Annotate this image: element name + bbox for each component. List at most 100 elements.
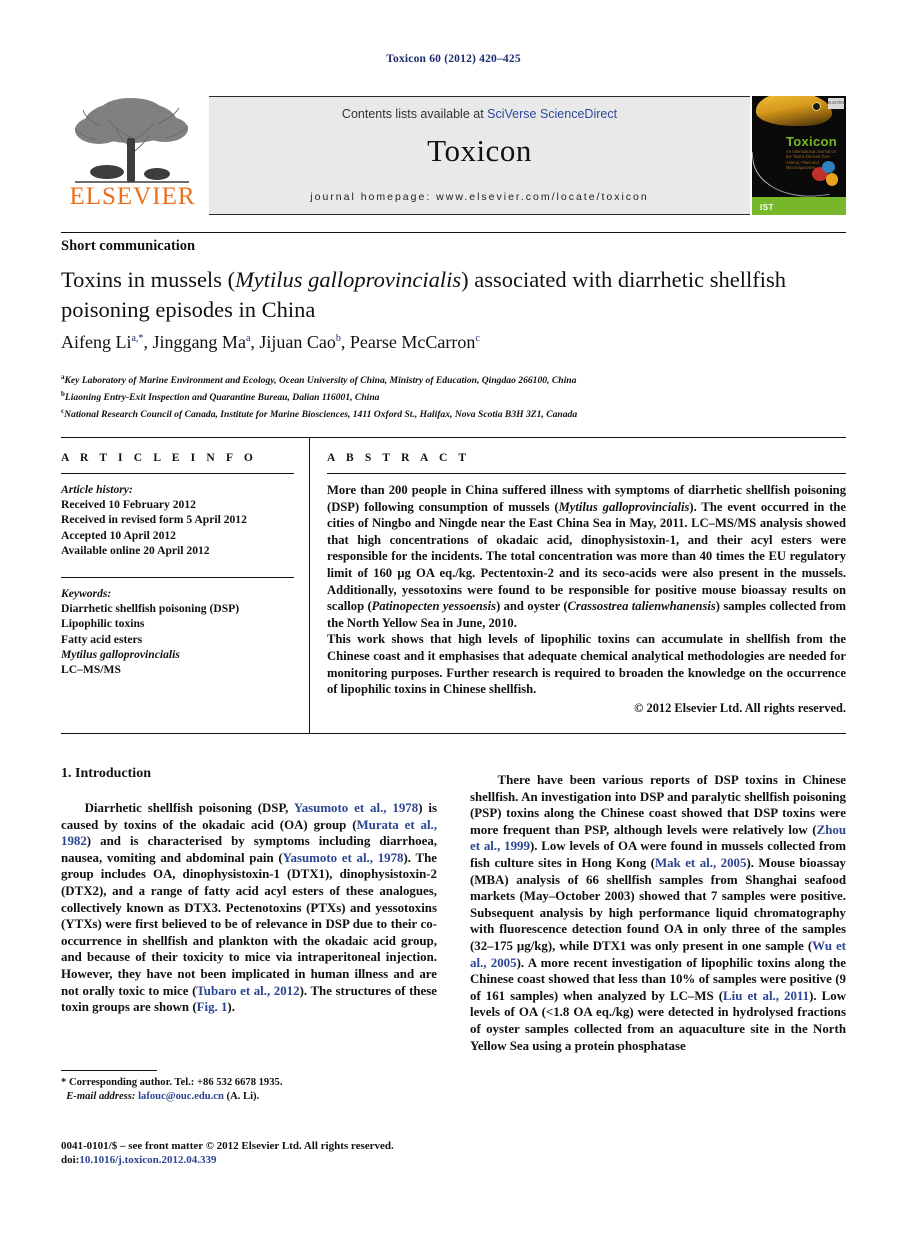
author-affiliation-mark: a,* bbox=[131, 333, 144, 344]
cover-journal-title: Toxicon bbox=[786, 134, 837, 149]
abstract-rule bbox=[327, 473, 846, 474]
abstract-text: More than 200 people in China suffered i… bbox=[327, 482, 846, 716]
title-part-1: Toxins in mussels ( bbox=[61, 267, 236, 292]
snake-eye-icon bbox=[812, 102, 821, 111]
doi-link[interactable]: 10.1016/j.toxicon.2012.04.339 bbox=[79, 1154, 216, 1166]
journal-title: Toxicon bbox=[427, 133, 532, 168]
email-note: E-mail address: lafouc@ouc.edu.cn (A. Li… bbox=[61, 1090, 441, 1104]
citation-link[interactable]: Tubaro et al., 2012 bbox=[196, 984, 299, 998]
running-head: Toxicon 60 (2012) 420–425 bbox=[386, 53, 521, 65]
keyword-item: Mytilus galloprovincialis bbox=[61, 647, 180, 661]
text-seg: ). bbox=[227, 1000, 235, 1015]
elsevier-logo: ELSEVIER bbox=[61, 96, 204, 215]
panel-vertical-divider bbox=[309, 437, 310, 733]
cover-molecule-icon bbox=[810, 161, 840, 189]
journal-cover-thumbnail: Toxicon An International Journal on the … bbox=[752, 96, 846, 215]
text-seg: ). The group includes OA, dinophysistoxi… bbox=[61, 850, 438, 998]
header-rule bbox=[61, 232, 846, 233]
abstract-species: Crassostrea talienwhanensis bbox=[567, 599, 716, 614]
author-name: Pearse McCarron bbox=[349, 332, 476, 352]
citation-link[interactable]: Yasumoto et al., 1978 bbox=[294, 801, 418, 815]
footnote-rule bbox=[61, 1070, 157, 1071]
keywords-rule bbox=[61, 577, 294, 579]
affiliation-item: aKey Laboratory of Marine Environment an… bbox=[61, 371, 851, 388]
doi-line: doi:10.1016/j.toxicon.2012.04.339 bbox=[61, 1153, 481, 1167]
page-title: Toxins in mussels (Mytilus galloprovinci… bbox=[61, 265, 851, 325]
author-name: Jijuan Cao bbox=[259, 332, 336, 352]
title-species-name: Mytilus galloprovincialis bbox=[235, 267, 462, 292]
author-affiliation-mark: c bbox=[475, 333, 480, 344]
body-column-left: Diarrhetic shellfish poisoning (DSP, Yas… bbox=[61, 800, 437, 1016]
history-item: Received 10 February 2012 bbox=[61, 498, 196, 512]
abstract-seg: ). The event occurred in the cities of N… bbox=[327, 499, 846, 614]
affiliation-text: Liaoning Entry-Exit Inspection and Quara… bbox=[64, 391, 380, 403]
masthead-band: Contents lists available at SciVerse Sci… bbox=[209, 96, 750, 215]
affiliation-text: National Research Council of Canada, Ins… bbox=[64, 408, 578, 420]
journal-masthead: ELSEVIER Contents lists available at Sci… bbox=[61, 96, 846, 215]
author-list: Aifeng Lia,*, Jinggang Maa, Jijuan Caob,… bbox=[61, 332, 480, 352]
abstract-seg: ) and oyster ( bbox=[496, 599, 568, 614]
affiliation-text: Key Laboratory of Marine Environment and… bbox=[64, 375, 577, 387]
figure-link[interactable]: Fig. 1 bbox=[197, 1000, 228, 1014]
abstract-paragraph-1: More than 200 people in China suffered i… bbox=[327, 482, 846, 631]
corresponding-author-note: * Corresponding author. Tel.: +86 532 66… bbox=[61, 1077, 283, 1088]
text-seg: There have been various reports of DSP t… bbox=[470, 773, 847, 837]
cover-publisher-mark: ELSEVIER bbox=[828, 98, 845, 109]
keyword-item: Fatty acid esters bbox=[61, 632, 143, 646]
footnote-block: * Corresponding author. Tel.: +86 532 66… bbox=[61, 1076, 441, 1104]
keyword-item: Diarrhetic shellfish poisoning (DSP) bbox=[61, 602, 240, 616]
citation-link[interactable]: Mak et al., 2005 bbox=[655, 856, 747, 870]
abstract-species: Mytilus galloprovincialis bbox=[558, 499, 690, 514]
cover-society-mark: IST bbox=[760, 203, 774, 212]
elsevier-wordmark: ELSEVIER bbox=[69, 183, 196, 210]
keyword-item: LC–MS/MS bbox=[61, 663, 121, 677]
contents-prefix: Contents lists available at bbox=[341, 107, 488, 121]
article-history-label: Article history: bbox=[61, 483, 133, 496]
text-seg: ). Mouse bioassay (MBA) analysis of 66 s… bbox=[470, 855, 846, 953]
email-suffix: (A. Li). bbox=[226, 1091, 260, 1102]
author-affiliation-mark: b bbox=[335, 333, 341, 344]
affiliation-item: bLiaoning Entry-Exit Inspection and Quar… bbox=[61, 388, 851, 405]
article-type-label: Short communication bbox=[61, 238, 196, 254]
keyword-item: Lipophilic toxins bbox=[61, 617, 145, 631]
issn-copyright-line: 0041-0101/$ – see front matter © 2012 El… bbox=[61, 1140, 394, 1152]
email-label: E-mail address: bbox=[66, 1091, 136, 1102]
text-seg: Diarrhetic shellfish poisoning (DSP, bbox=[84, 801, 294, 815]
abstract-section: A B S T R A C T More than 200 people in … bbox=[327, 452, 846, 716]
citation-link[interactable]: Liu et al., 2011 bbox=[723, 989, 809, 1003]
panel-top-rule bbox=[61, 437, 846, 438]
keywords-label: Keywords: bbox=[61, 587, 112, 601]
abstract-copyright: © 2012 Elsevier Ltd. All rights reserved… bbox=[634, 700, 846, 715]
abstract-heading: A B S T R A C T bbox=[327, 452, 471, 464]
article-info-section: A R T I C L E I N F O Article history: R… bbox=[61, 452, 294, 677]
body-column-right: There have been various reports of DSP t… bbox=[470, 772, 846, 1054]
intro-paragraph: Diarrhetic shellfish poisoning (DSP, Yas… bbox=[61, 800, 437, 1016]
keywords-block: Keywords: Diarrhetic shellfish poisoning… bbox=[61, 586, 294, 677]
affiliation-item: cNational Research Council of Canada, In… bbox=[61, 405, 851, 422]
history-item: Accepted 10 April 2012 bbox=[61, 528, 176, 542]
article-info-heading: A R T I C L E I N F O bbox=[61, 452, 257, 464]
imprint-block: 0041-0101/$ – see front matter © 2012 El… bbox=[61, 1139, 481, 1168]
author-name: Aifeng Li bbox=[61, 332, 132, 352]
sciencedirect-link[interactable]: SciVerse ScienceDirect bbox=[487, 107, 617, 121]
panel-bottom-rule bbox=[61, 733, 846, 734]
affiliation-list: aKey Laboratory of Marine Environment an… bbox=[61, 371, 851, 421]
article-info-rule bbox=[61, 473, 294, 474]
history-item: Available online 20 April 2012 bbox=[61, 543, 210, 557]
journal-article-page: Toxicon 60 (2012) 420–425 ELSEVIER Conte… bbox=[0, 0, 907, 1238]
journal-homepage-link[interactable]: journal homepage: www.elsevier.com/locat… bbox=[209, 191, 750, 203]
author-affiliation-mark: a bbox=[245, 333, 251, 344]
history-item: Received in revised form 5 April 2012 bbox=[61, 513, 247, 527]
article-history-block: Article history: Received 10 February 20… bbox=[61, 482, 294, 558]
section-heading-introduction: 1. Introduction bbox=[61, 766, 151, 781]
author-name: Jinggang Ma bbox=[152, 332, 246, 352]
doi-label: doi: bbox=[61, 1154, 80, 1167]
intro-paragraph-continued: There have been various reports of DSP t… bbox=[470, 772, 846, 1054]
contents-available-line: Contents lists available at SciVerse Sci… bbox=[209, 107, 750, 121]
citation-link[interactable]: Yasumoto et al., 1978 bbox=[283, 851, 404, 865]
snake-head-icon bbox=[756, 96, 832, 126]
abstract-paragraph-2: This work shows that high levels of lipo… bbox=[327, 632, 846, 697]
email-link[interactable]: lafouc@ouc.edu.cn bbox=[138, 1091, 224, 1102]
elsevier-tree-icon bbox=[74, 98, 189, 183]
